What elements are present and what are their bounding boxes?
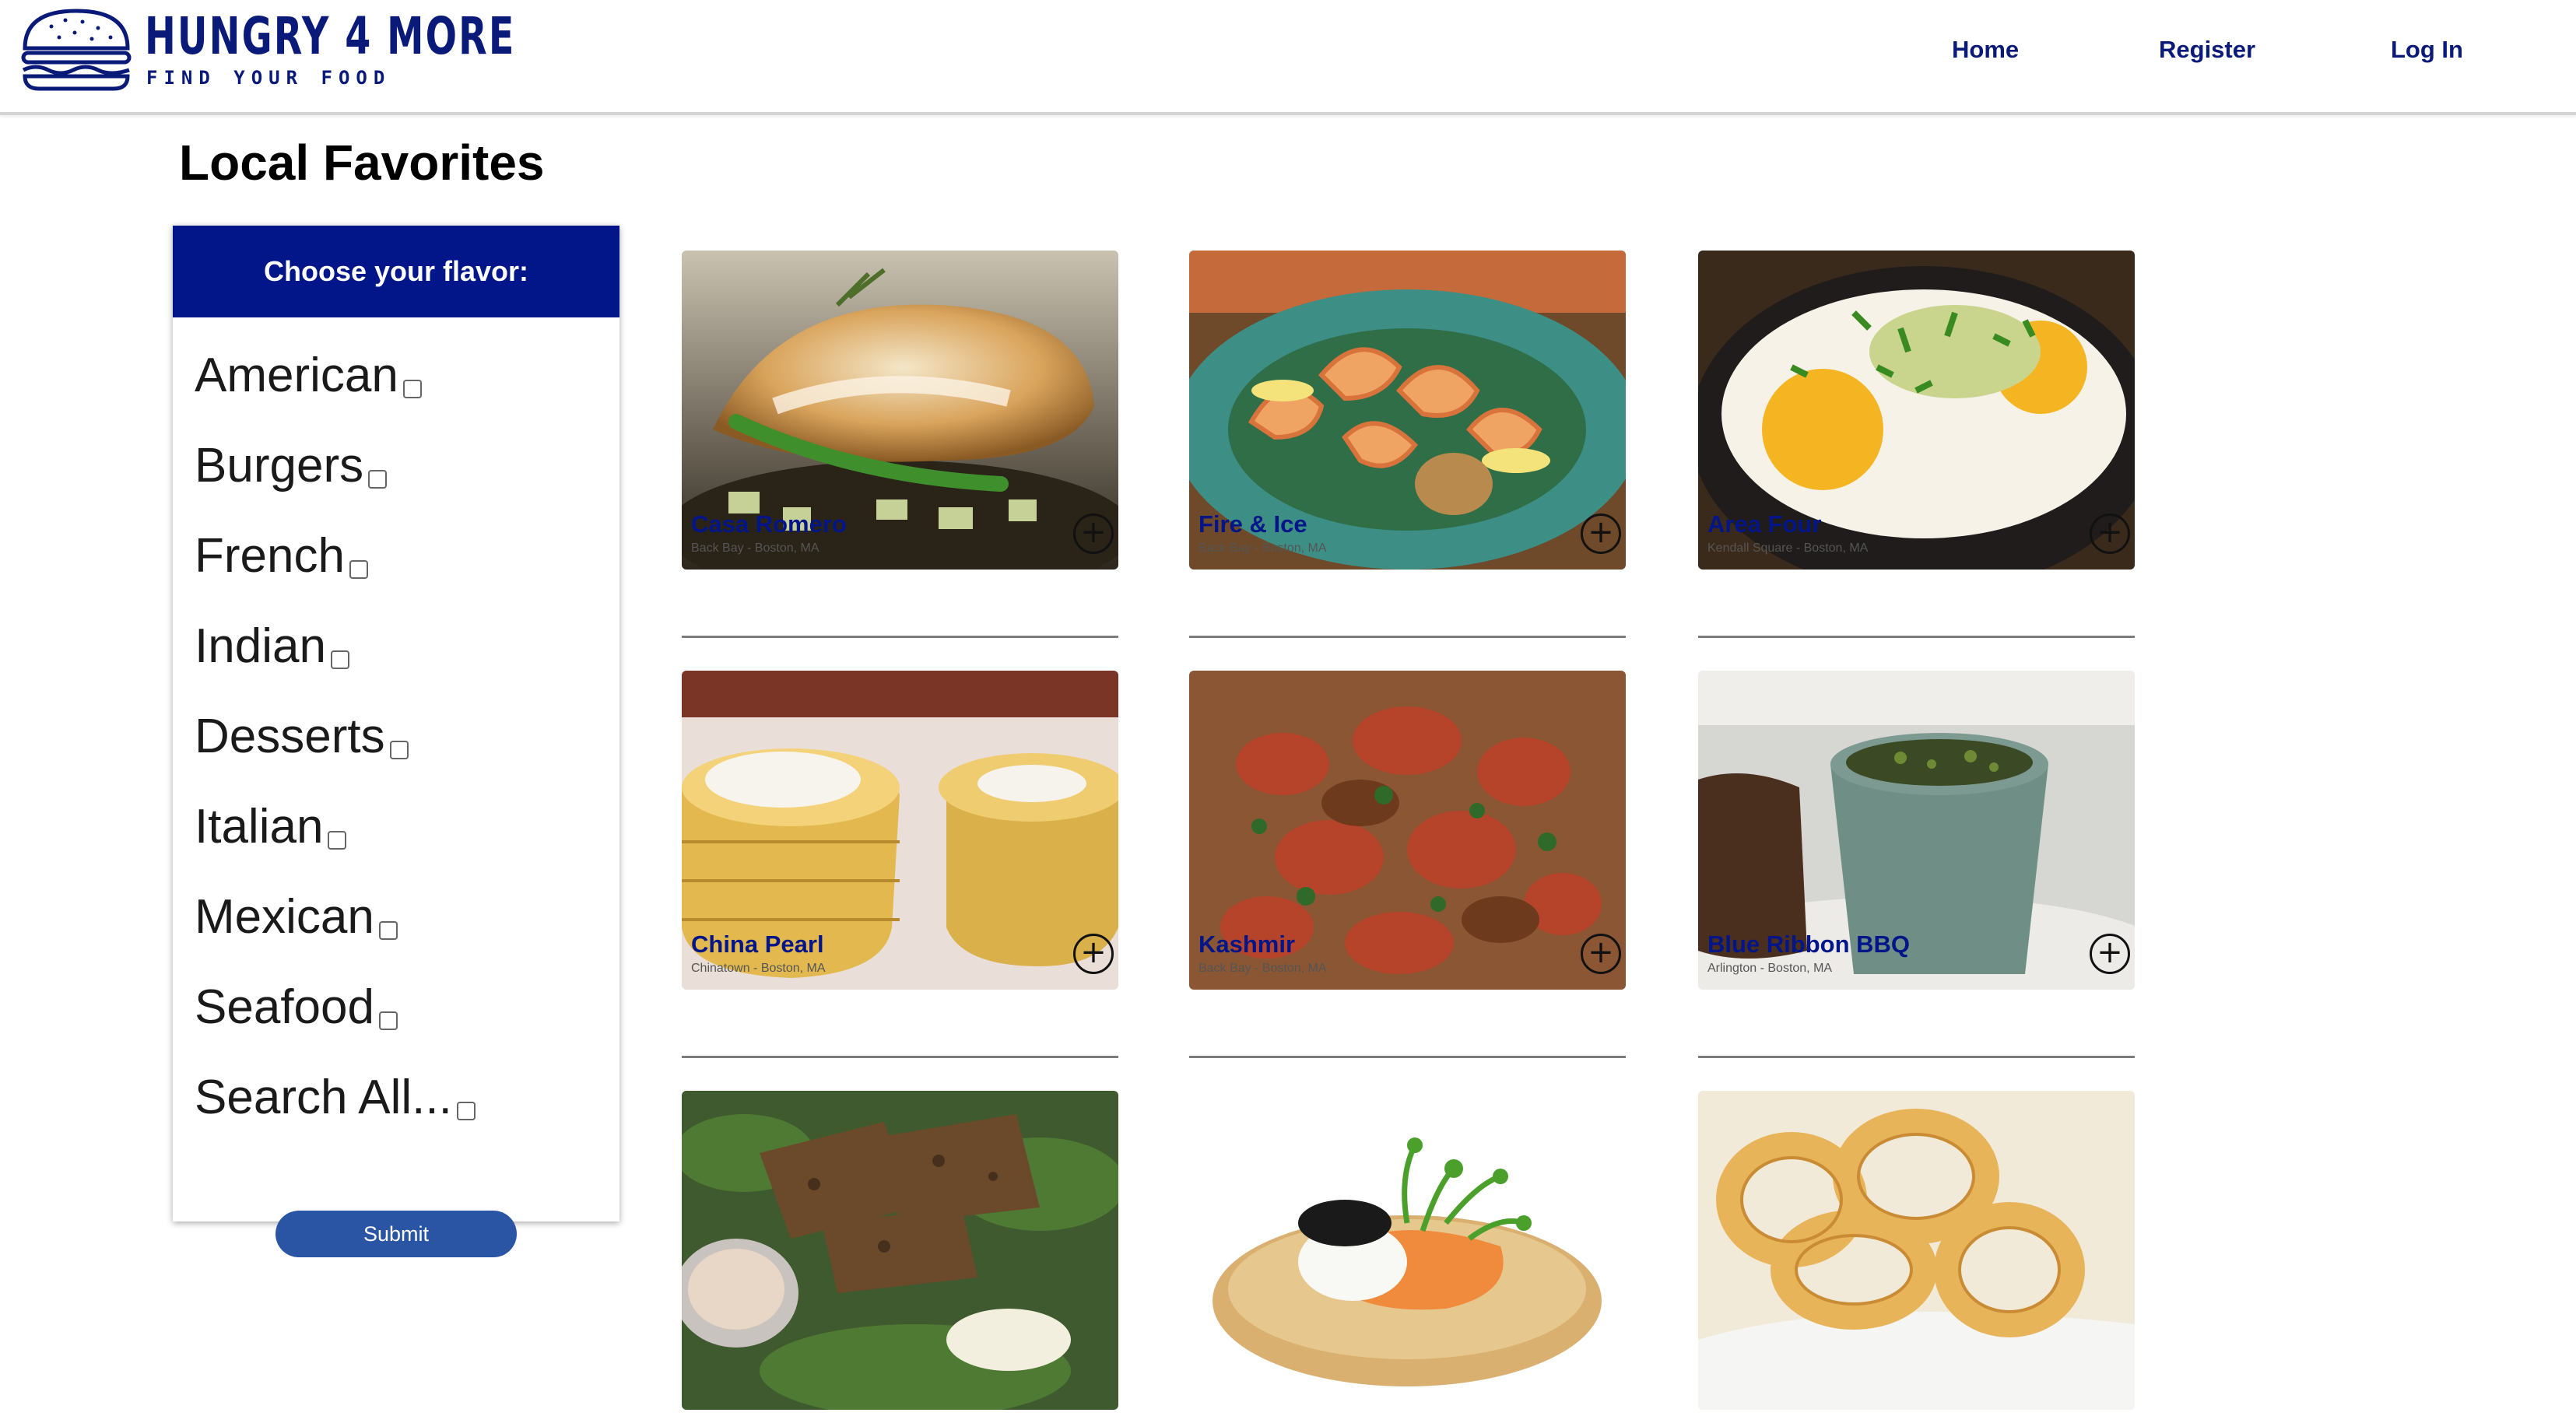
flavor-label: Seafood — [195, 980, 374, 1034]
restaurant-name[interactable]: Blue Ribbon BBQ — [1707, 931, 1910, 959]
flavor-filter-panel: Choose your flavor: American Burgers Fre… — [173, 226, 619, 1221]
restaurant-location: Arlington - Boston, MA — [1707, 962, 1833, 975]
restaurant-location: Back Bay - Boston, MA — [1199, 962, 1327, 975]
restaurant-card-area-four[interactable]: Area Four Kendall Square - Boston, MA + — [1698, 251, 2135, 638]
flavor-label: Indian — [195, 619, 326, 673]
checkbox[interactable] — [389, 741, 409, 759]
flavor-label: Desserts — [195, 710, 385, 763]
restaurant-info[interactable] — [1189, 570, 1626, 638]
filter-heading: Choose your flavor: — [173, 226, 619, 317]
flavor-label: Burgers — [195, 439, 364, 492]
restaurant-card-kashmir[interactable]: Kashmir Back Bay - Boston, MA + — [1189, 671, 1626, 1058]
caviar-blini-photo[interactable] — [1189, 1091, 1626, 1410]
checkbox[interactable] — [402, 380, 422, 398]
restaurant-card-casa-romero[interactable]: Casa Romero Back Bay - Boston, MA + — [682, 251, 1118, 638]
nav-login-link[interactable]: Log In — [2391, 36, 2463, 64]
flavor-option-seafood[interactable]: Seafood — [195, 959, 619, 1049]
flavor-label: French — [195, 529, 345, 583]
restaurant-card-blue-ribbon-bbq[interactable]: Blue Ribbon BBQ Arlington - Boston, MA + — [1698, 671, 2135, 1058]
flavor-option-italian[interactable]: Italian — [195, 778, 619, 868]
restaurant-location: Back Bay - Boston, MA — [691, 542, 819, 555]
burger-icon[interactable] — [20, 6, 132, 93]
nav-home-link[interactable]: Home — [1952, 36, 2019, 64]
checkbox[interactable] — [368, 470, 388, 489]
restaurant-info[interactable] — [682, 990, 1118, 1058]
nav-register-link[interactable]: Register — [2159, 36, 2255, 64]
checkbox[interactable] — [349, 560, 368, 579]
restaurant-location: Back Bay - Boston, MA — [1199, 542, 1327, 555]
plus-circle-icon[interactable]: + — [2090, 934, 2130, 974]
checkbox[interactable] — [379, 1011, 398, 1030]
restaurant-card-7[interactable] — [682, 1091, 1118, 1410]
brand-tagline: FIND YOUR FOOD — [146, 67, 391, 89]
submit-button[interactable]: Submit — [275, 1211, 517, 1257]
restaurant-name[interactable]: Fire & Ice — [1199, 510, 1307, 538]
plus-circle-icon[interactable]: + — [1581, 934, 1621, 974]
flavor-option-mexican[interactable]: Mexican — [195, 868, 619, 959]
restaurant-location: Kendall Square - Boston, MA — [1707, 542, 1869, 555]
flavor-label: Italian — [195, 800, 324, 853]
flavor-label: American — [195, 349, 398, 402]
flavor-option-indian[interactable]: Indian — [195, 598, 619, 688]
grilled-chicken-salad-photo[interactable] — [682, 1091, 1118, 1410]
checkbox[interactable] — [328, 831, 347, 850]
flavor-option-search-all[interactable]: Search All... — [195, 1049, 619, 1139]
restaurant-name[interactable]: Casa Romero — [691, 510, 847, 538]
restaurant-card-8[interactable] — [1189, 1091, 1626, 1410]
plus-circle-icon[interactable]: + — [1581, 513, 1621, 554]
plus-circle-icon[interactable]: + — [1073, 934, 1114, 974]
restaurant-info[interactable] — [682, 570, 1118, 638]
restaurant-card-china-pearl[interactable]: China Pearl Chinatown - Boston, MA + — [682, 671, 1118, 1058]
restaurant-card-fire-and-ice[interactable]: Fire & Ice Back Bay - Boston, MA + — [1189, 251, 1626, 638]
restaurant-info[interactable] — [1698, 990, 2135, 1058]
plus-circle-icon[interactable]: + — [2090, 513, 2130, 554]
onion-rings-photo[interactable] — [1698, 1091, 2135, 1410]
flavor-option-burgers[interactable]: Burgers — [195, 417, 619, 507]
checkbox[interactable] — [330, 650, 349, 669]
flavor-option-american[interactable]: American — [195, 317, 619, 417]
restaurant-info[interactable] — [1189, 990, 1626, 1058]
page-title: Local Favorites — [179, 135, 545, 191]
top-navbar: HUNGRY 4 MORE FIND YOUR FOOD Home Regist… — [0, 0, 2576, 115]
flavor-label: Mexican — [195, 890, 374, 944]
brand-title[interactable]: HUNGRY 4 MORE — [145, 6, 516, 66]
checkbox[interactable] — [378, 921, 398, 940]
restaurant-name[interactable]: China Pearl — [691, 931, 824, 959]
restaurant-card-9[interactable] — [1698, 1091, 2135, 1410]
checkbox[interactable] — [456, 1102, 476, 1120]
restaurant-name[interactable]: Kashmir — [1199, 931, 1295, 959]
plus-circle-icon[interactable]: + — [1073, 513, 1114, 554]
flavor-options-list: American Burgers French Indian Desserts … — [173, 317, 619, 1139]
restaurant-location: Chinatown - Boston, MA — [691, 962, 826, 975]
restaurant-name[interactable]: Area Four — [1707, 510, 1821, 538]
flavor-option-desserts[interactable]: Desserts — [195, 688, 619, 778]
flavor-option-french[interactable]: French — [195, 507, 619, 598]
flavor-label: Search All... — [195, 1071, 452, 1124]
restaurant-info[interactable] — [1698, 570, 2135, 638]
